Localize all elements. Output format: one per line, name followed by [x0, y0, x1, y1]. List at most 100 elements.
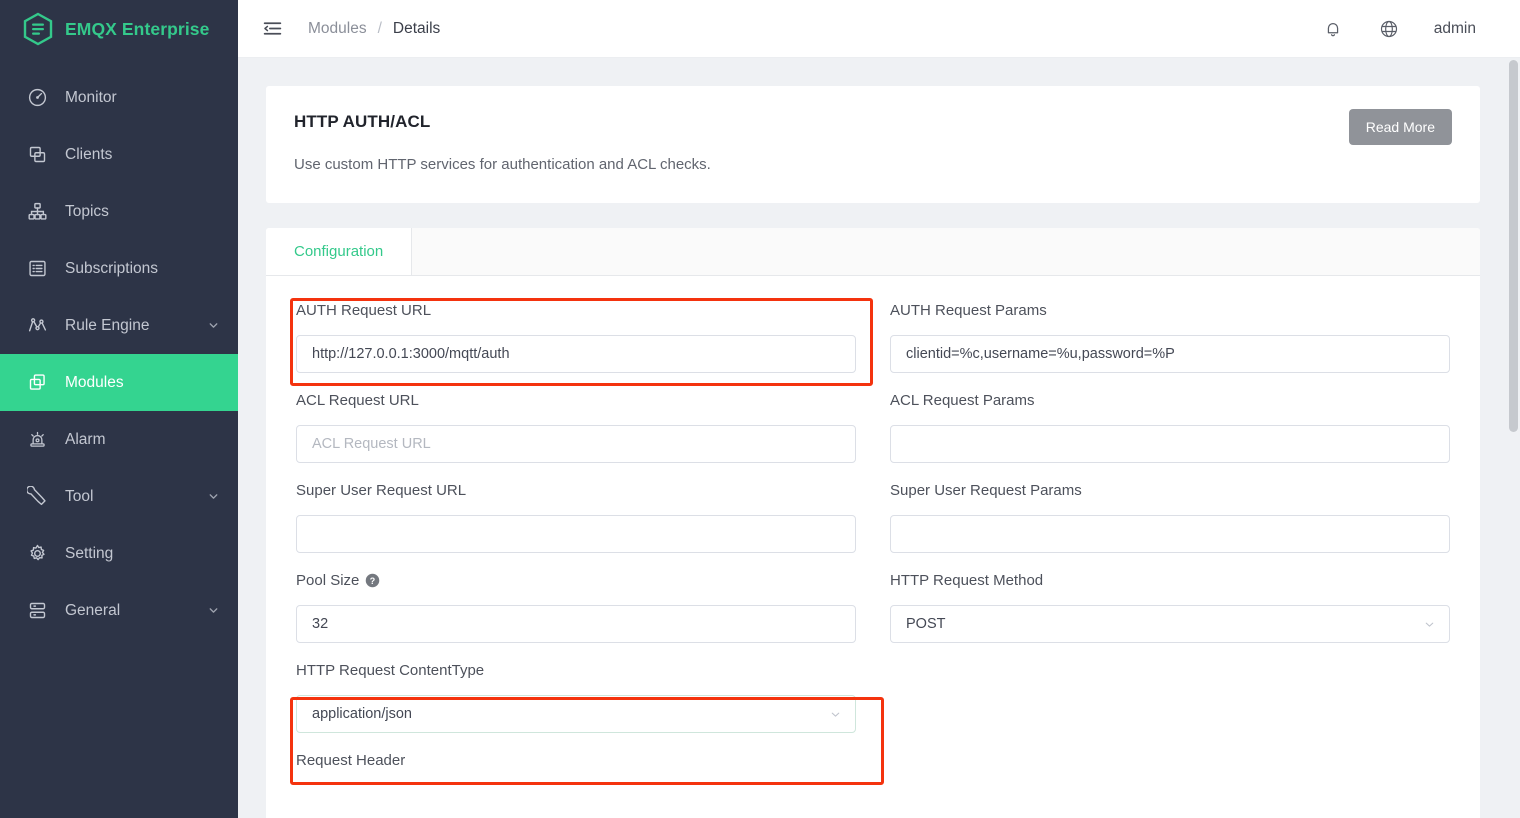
acl-request-params-input[interactable]: [890, 425, 1450, 463]
field-label: Super User Request URL: [296, 481, 467, 499]
breadcrumb-separator: /: [377, 19, 382, 37]
field-label: Pool Size ?: [296, 568, 856, 592]
topbar-actions: admin: [1322, 18, 1476, 40]
configuration-card: Configuration AUTH Request URL http://12…: [266, 228, 1480, 818]
http-request-contenttype-select[interactable]: application/json: [296, 695, 856, 733]
globe-icon[interactable]: [1378, 18, 1400, 40]
main-area: Modules / Details admin HTTP AUTH/ACL Us…: [238, 0, 1520, 818]
gauge-icon: [26, 87, 48, 109]
sidebar-item-label: Monitor: [65, 88, 117, 106]
field-pool-size: Pool Size ? 32: [296, 568, 856, 658]
sidebar-item-clients[interactable]: Clients: [0, 126, 238, 183]
brand[interactable]: EMQX Enterprise: [0, 0, 238, 58]
field-label: AUTH Request Params: [890, 301, 1047, 319]
chevron-down-icon: [206, 319, 220, 333]
sidebar-item-label: Tool: [65, 487, 94, 505]
field-auth-request-params: AUTH Request Params clientid=%c,username…: [890, 298, 1450, 388]
field-label: Request Header: [296, 751, 406, 769]
super-user-request-url-input[interactable]: [296, 515, 856, 553]
gear-icon: [26, 543, 48, 565]
layers-icon: [26, 600, 48, 622]
field-label: HTTP Request Method: [890, 571, 1044, 589]
breadcrumb-parent[interactable]: Modules: [308, 20, 367, 38]
chevron-down-icon: [206, 604, 220, 618]
sidebar-item-tool[interactable]: Tool: [0, 468, 238, 525]
field-http-request-contenttype: HTTP Request ContentType application/jso…: [296, 658, 856, 748]
user-menu[interactable]: admin: [1434, 20, 1476, 38]
field-http-request-method: HTTP Request Method POST: [890, 568, 1450, 658]
tab-configuration[interactable]: Configuration: [266, 228, 413, 275]
field-acl-request-params: ACL Request Params: [890, 388, 1450, 478]
sidebar-item-monitor[interactable]: Monitor: [0, 69, 238, 126]
module-intro-card: HTTP AUTH/ACL Use custom HTTP services f…: [266, 86, 1480, 203]
tab-bar: Configuration: [266, 228, 1480, 276]
tab-label: Configuration: [294, 243, 384, 260]
sidebar-item-label: Setting: [65, 544, 114, 562]
brand-name: EMQX Enterprise: [65, 18, 210, 39]
field-spacer: [890, 658, 1450, 748]
sidebar-item-label: Modules: [65, 373, 124, 391]
bell-icon[interactable]: [1322, 18, 1344, 40]
field-request-header: Request Header: [296, 748, 856, 800]
sidebar-item-modules[interactable]: Modules: [0, 354, 238, 411]
sidebar-item-subscriptions[interactable]: Subscriptions: [0, 240, 238, 297]
topbar: Modules / Details admin: [238, 0, 1520, 58]
selected-value: POST: [906, 616, 946, 632]
page-scrollbar-track[interactable]: [1507, 58, 1520, 818]
field-super-user-request-params: Super User Request Params: [890, 478, 1450, 568]
sidebar-item-label: Alarm: [65, 430, 106, 448]
sidebar-item-label: Clients: [65, 145, 113, 163]
clients-icon: [26, 144, 48, 166]
acl-request-url-input[interactable]: ACL Request URL: [296, 425, 856, 463]
field-label-text: Pool Size: [296, 571, 360, 589]
collapse-menu-icon[interactable]: [260, 17, 284, 41]
sidebar-item-general[interactable]: General: [0, 582, 238, 639]
field-acl-request-url: ACL Request URL ACL Request URL: [296, 388, 856, 478]
field-super-user-request-url: Super User Request URL: [296, 478, 856, 568]
breadcrumb: Modules / Details: [308, 20, 440, 38]
field-label: HTTP Request ContentType: [296, 661, 485, 679]
sidebar-item-setting[interactable]: Setting: [0, 525, 238, 582]
page-title: HTTP AUTH/ACL: [294, 112, 431, 131]
emqx-hexagon-logo-icon: [22, 12, 54, 46]
sidebar-item-label: Topics: [65, 202, 109, 220]
topics-tree-icon: [26, 201, 48, 223]
sidebar-item-topics[interactable]: Topics: [0, 183, 238, 240]
breadcrumb-current: Details: [392, 19, 441, 37]
sidebar-item-label: General: [65, 601, 121, 619]
selected-value: application/json: [312, 706, 412, 722]
page-scrollbar-thumb[interactable]: [1509, 60, 1518, 432]
alarm-siren-icon: [26, 429, 48, 451]
chevron-down-icon: [828, 707, 842, 721]
field-label: ACL Request URL: [296, 391, 419, 409]
sidebar-item-label: Rule Engine: [65, 316, 150, 334]
auth-request-url-input[interactable]: http://127.0.0.1:3000/mqtt/auth: [296, 335, 856, 373]
tab-bar-filler: [412, 228, 1480, 275]
help-question-icon[interactable]: ?: [365, 573, 380, 588]
super-user-request-params-input[interactable]: [890, 515, 1450, 553]
rule-engine-icon: [26, 315, 48, 337]
chevron-down-icon: [1422, 617, 1436, 631]
list-icon: [26, 258, 48, 280]
http-request-method-select[interactable]: POST: [890, 605, 1450, 643]
wrench-icon: [26, 486, 48, 508]
field-label: ACL Request Params: [890, 391, 1035, 409]
read-more-button[interactable]: Read More: [1348, 109, 1452, 145]
modules-icon: [26, 372, 48, 394]
page-description: Use custom HTTP services for authenticat…: [294, 156, 711, 173]
field-label: Super User Request Params: [890, 481, 1082, 499]
content-scroll-area: HTTP AUTH/ACL Use custom HTTP services f…: [238, 58, 1520, 818]
sidebar-nav: Monitor Clients Topics Subscriptions Rul…: [0, 69, 238, 639]
app-window: EMQX Enterprise Monitor Clients Topics S…: [0, 0, 1520, 818]
chevron-down-icon: [206, 490, 220, 504]
sidebar-item-rule-engine[interactable]: Rule Engine: [0, 297, 238, 354]
field-auth-request-url: AUTH Request URL http://127.0.0.1:3000/m…: [296, 298, 856, 388]
configuration-form: AUTH Request URL http://127.0.0.1:3000/m…: [266, 276, 1480, 800]
sidebar: EMQX Enterprise Monitor Clients Topics S…: [0, 0, 238, 818]
svg-text:?: ?: [370, 575, 375, 585]
pool-size-input[interactable]: 32: [296, 605, 856, 643]
field-label: AUTH Request URL: [296, 301, 432, 319]
sidebar-item-label: Subscriptions: [65, 259, 159, 277]
sidebar-item-alarm[interactable]: Alarm: [0, 411, 238, 468]
auth-request-params-input[interactable]: clientid=%c,username=%u,password=%P: [890, 335, 1450, 373]
